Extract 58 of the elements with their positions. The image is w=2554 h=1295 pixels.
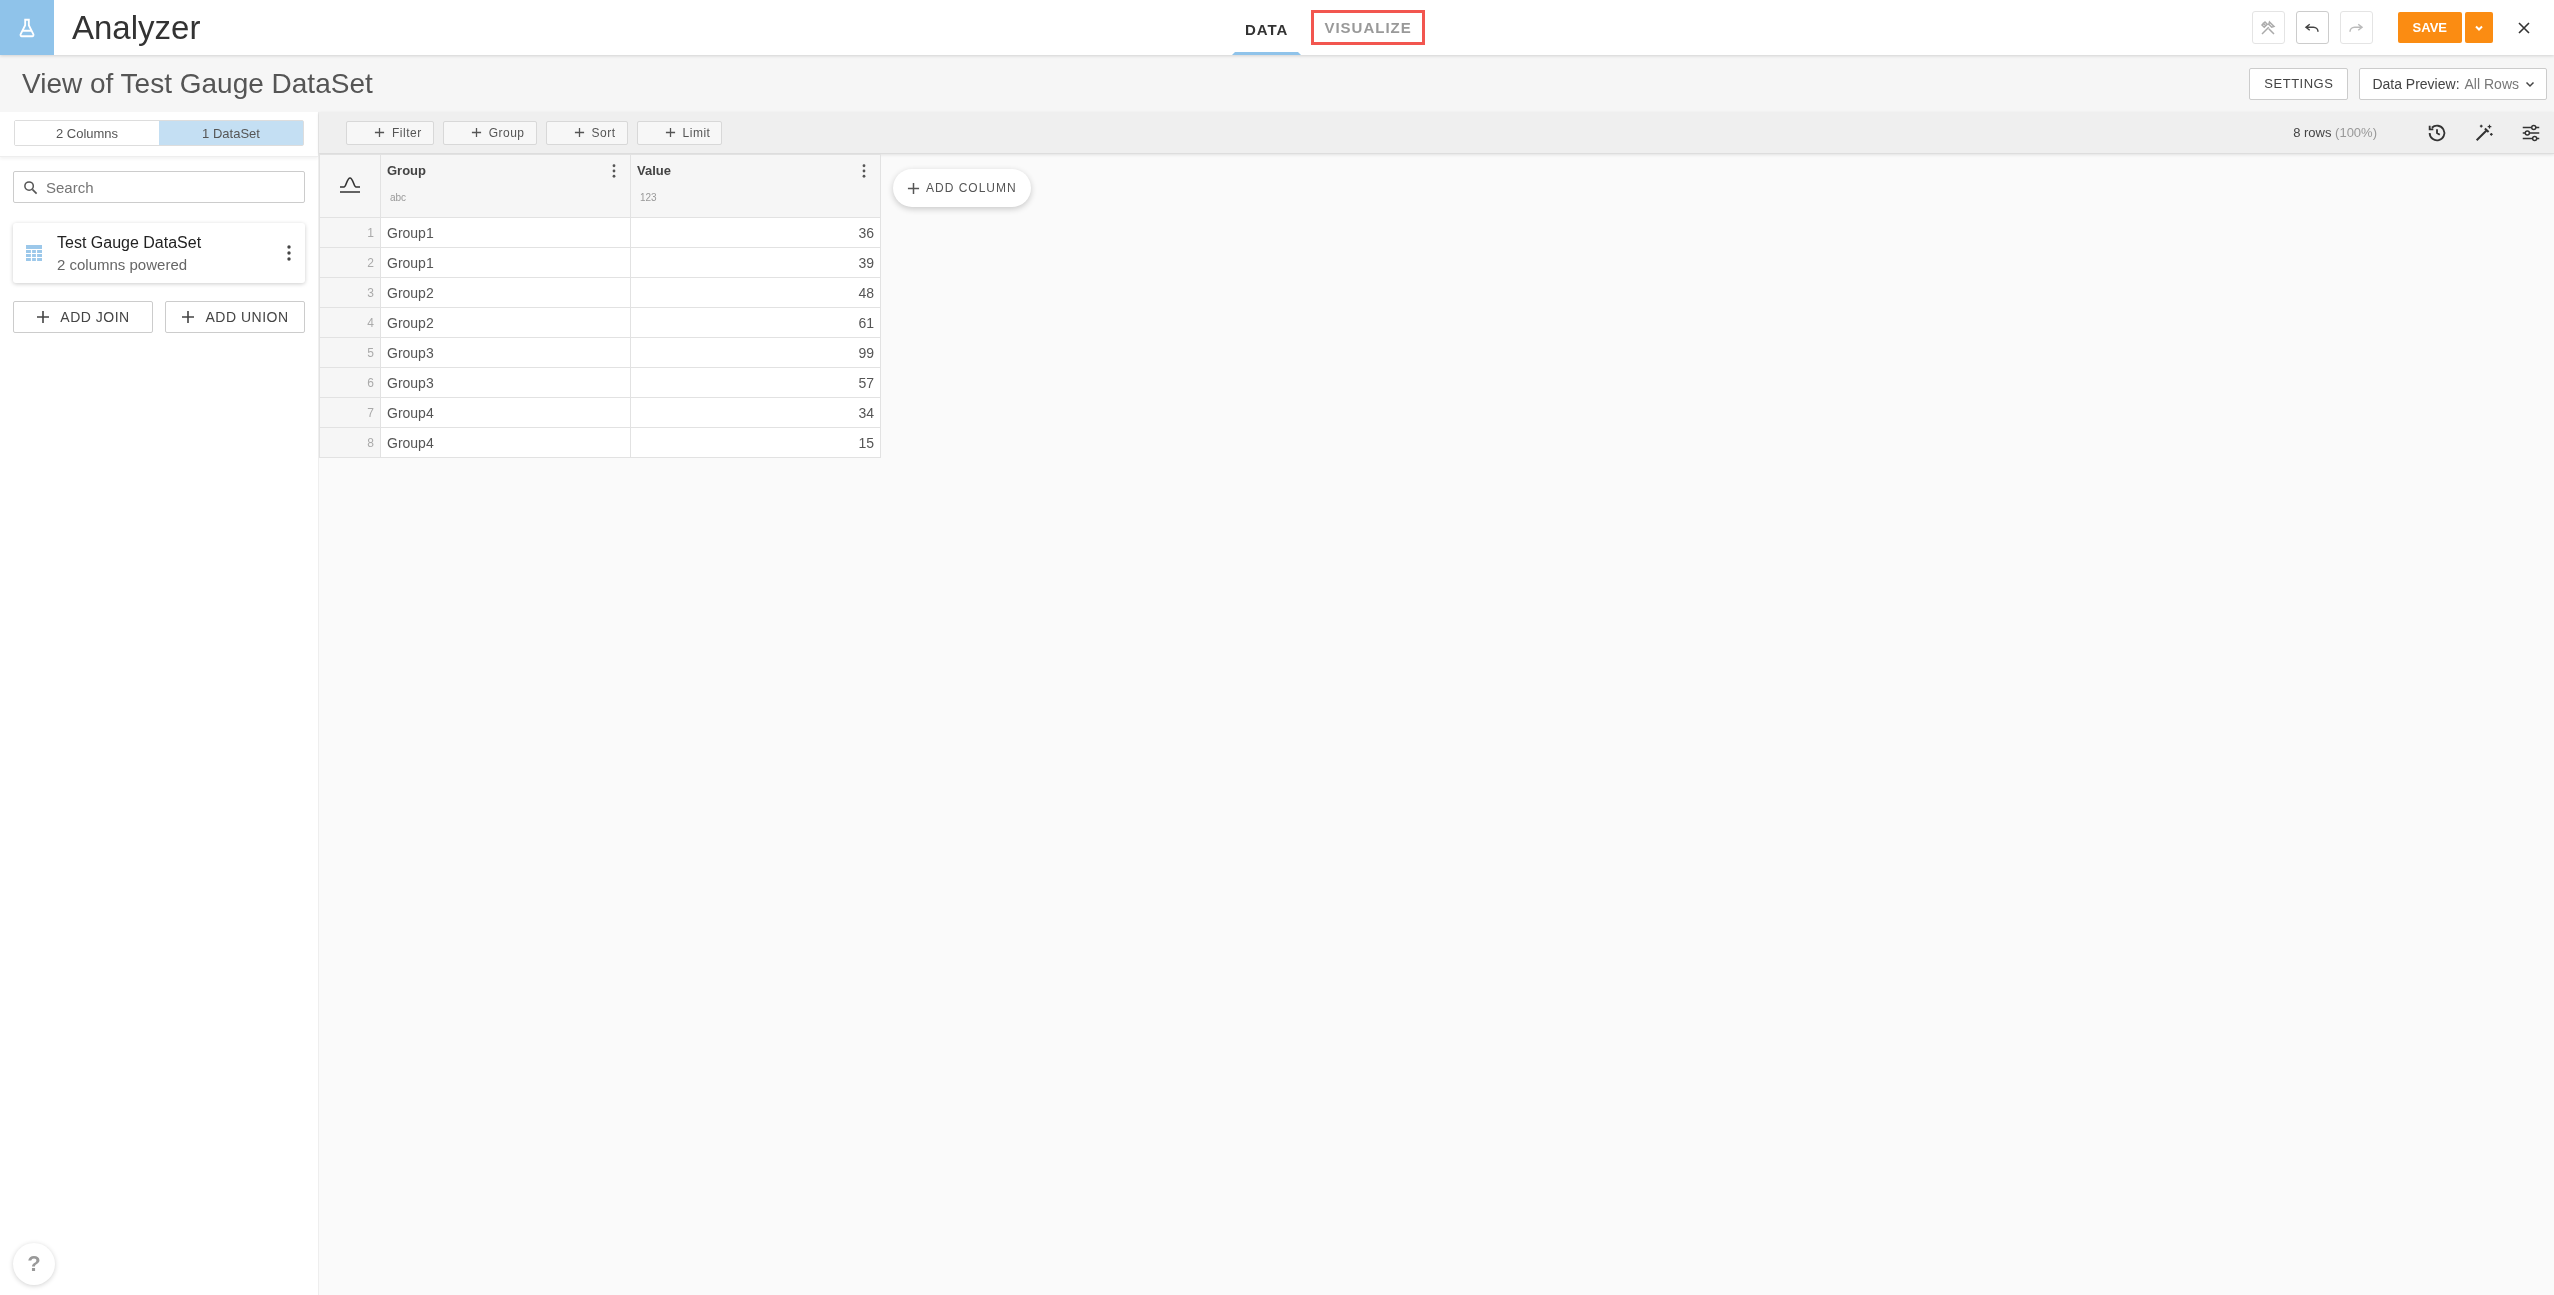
plus-icon (470, 127, 482, 138)
plus-icon (36, 310, 51, 324)
table-cell: Group1 (380, 217, 631, 248)
row-count: 8 rows (100%) (2293, 125, 2377, 140)
table-cell: Group2 (380, 307, 631, 338)
settings-button[interactable]: SETTINGS (2249, 67, 2349, 100)
table-icon (25, 244, 43, 262)
table-cell: Group3 (380, 367, 631, 398)
plus-icon (181, 310, 196, 324)
row-number: 8 (319, 427, 381, 458)
plus-icon (664, 127, 676, 138)
add-button[interactable]: ADD JOIN (13, 301, 153, 333)
table-cell: Group2 (380, 277, 631, 308)
table-cell: 15 (630, 427, 881, 458)
table-cell: 99 (630, 337, 881, 368)
tools-icon (2259, 18, 2278, 37)
more-icon[interactable] (287, 245, 291, 261)
dataset-name: Test Gauge DataSet (57, 233, 203, 252)
data-preview-dropdown[interactable]: Data Preview: All Rows (2359, 67, 2547, 100)
dataset-subtitle: 2 columns powered (57, 255, 189, 273)
add-button[interactable]: ADD UNION (165, 301, 305, 333)
more-icon[interactable] (612, 163, 616, 178)
row-number: 3 (319, 277, 381, 308)
more-icon[interactable] (862, 163, 866, 178)
segment-tab[interactable]: 1 DataSet (159, 121, 303, 145)
plus-icon (573, 127, 585, 138)
page-title: View of Test Gauge DataSet (22, 67, 373, 100)
row-number: 2 (319, 247, 381, 278)
toolbar-button[interactable]: Filter (346, 120, 434, 145)
toolbar-button[interactable]: Sort (545, 120, 628, 145)
plus-icon (374, 127, 385, 138)
add-column-button[interactable]: ADD COLUMN (893, 169, 1031, 207)
column-header[interactable]: Group abc (380, 154, 631, 218)
table-cell: Group1 (380, 247, 631, 278)
column-header[interactable]: Value 123 (630, 154, 881, 218)
app-title: Analyzer (72, 8, 201, 47)
search-field[interactable]: Search (13, 171, 305, 203)
toolbar-button[interactable]: Limit (636, 120, 723, 145)
table-cell: Group4 (380, 397, 631, 428)
undo-button[interactable] (2295, 11, 2329, 44)
row-number: 4 (319, 307, 381, 338)
table-cell: 57 (630, 367, 881, 398)
table-cell: 39 (630, 247, 881, 278)
row-number: 5 (319, 337, 381, 368)
row-number: 7 (319, 397, 381, 428)
table-cell: 61 (630, 307, 881, 338)
row-number: 1 (319, 217, 381, 248)
table-cell: 34 (630, 397, 881, 428)
dataset-card[interactable]: Test Gauge DataSet 2 columns powered (13, 223, 305, 283)
table-cell: 36 (630, 217, 881, 248)
table-cell: 48 (630, 277, 881, 308)
table-cell: Group4 (380, 427, 631, 458)
table-cell: Group3 (380, 337, 631, 368)
plus-icon (907, 181, 920, 195)
close-icon (2516, 19, 2532, 36)
toolbar-button[interactable]: Group (442, 120, 537, 145)
distribution-icon[interactable] (338, 174, 362, 195)
row-number: 6 (319, 367, 381, 398)
